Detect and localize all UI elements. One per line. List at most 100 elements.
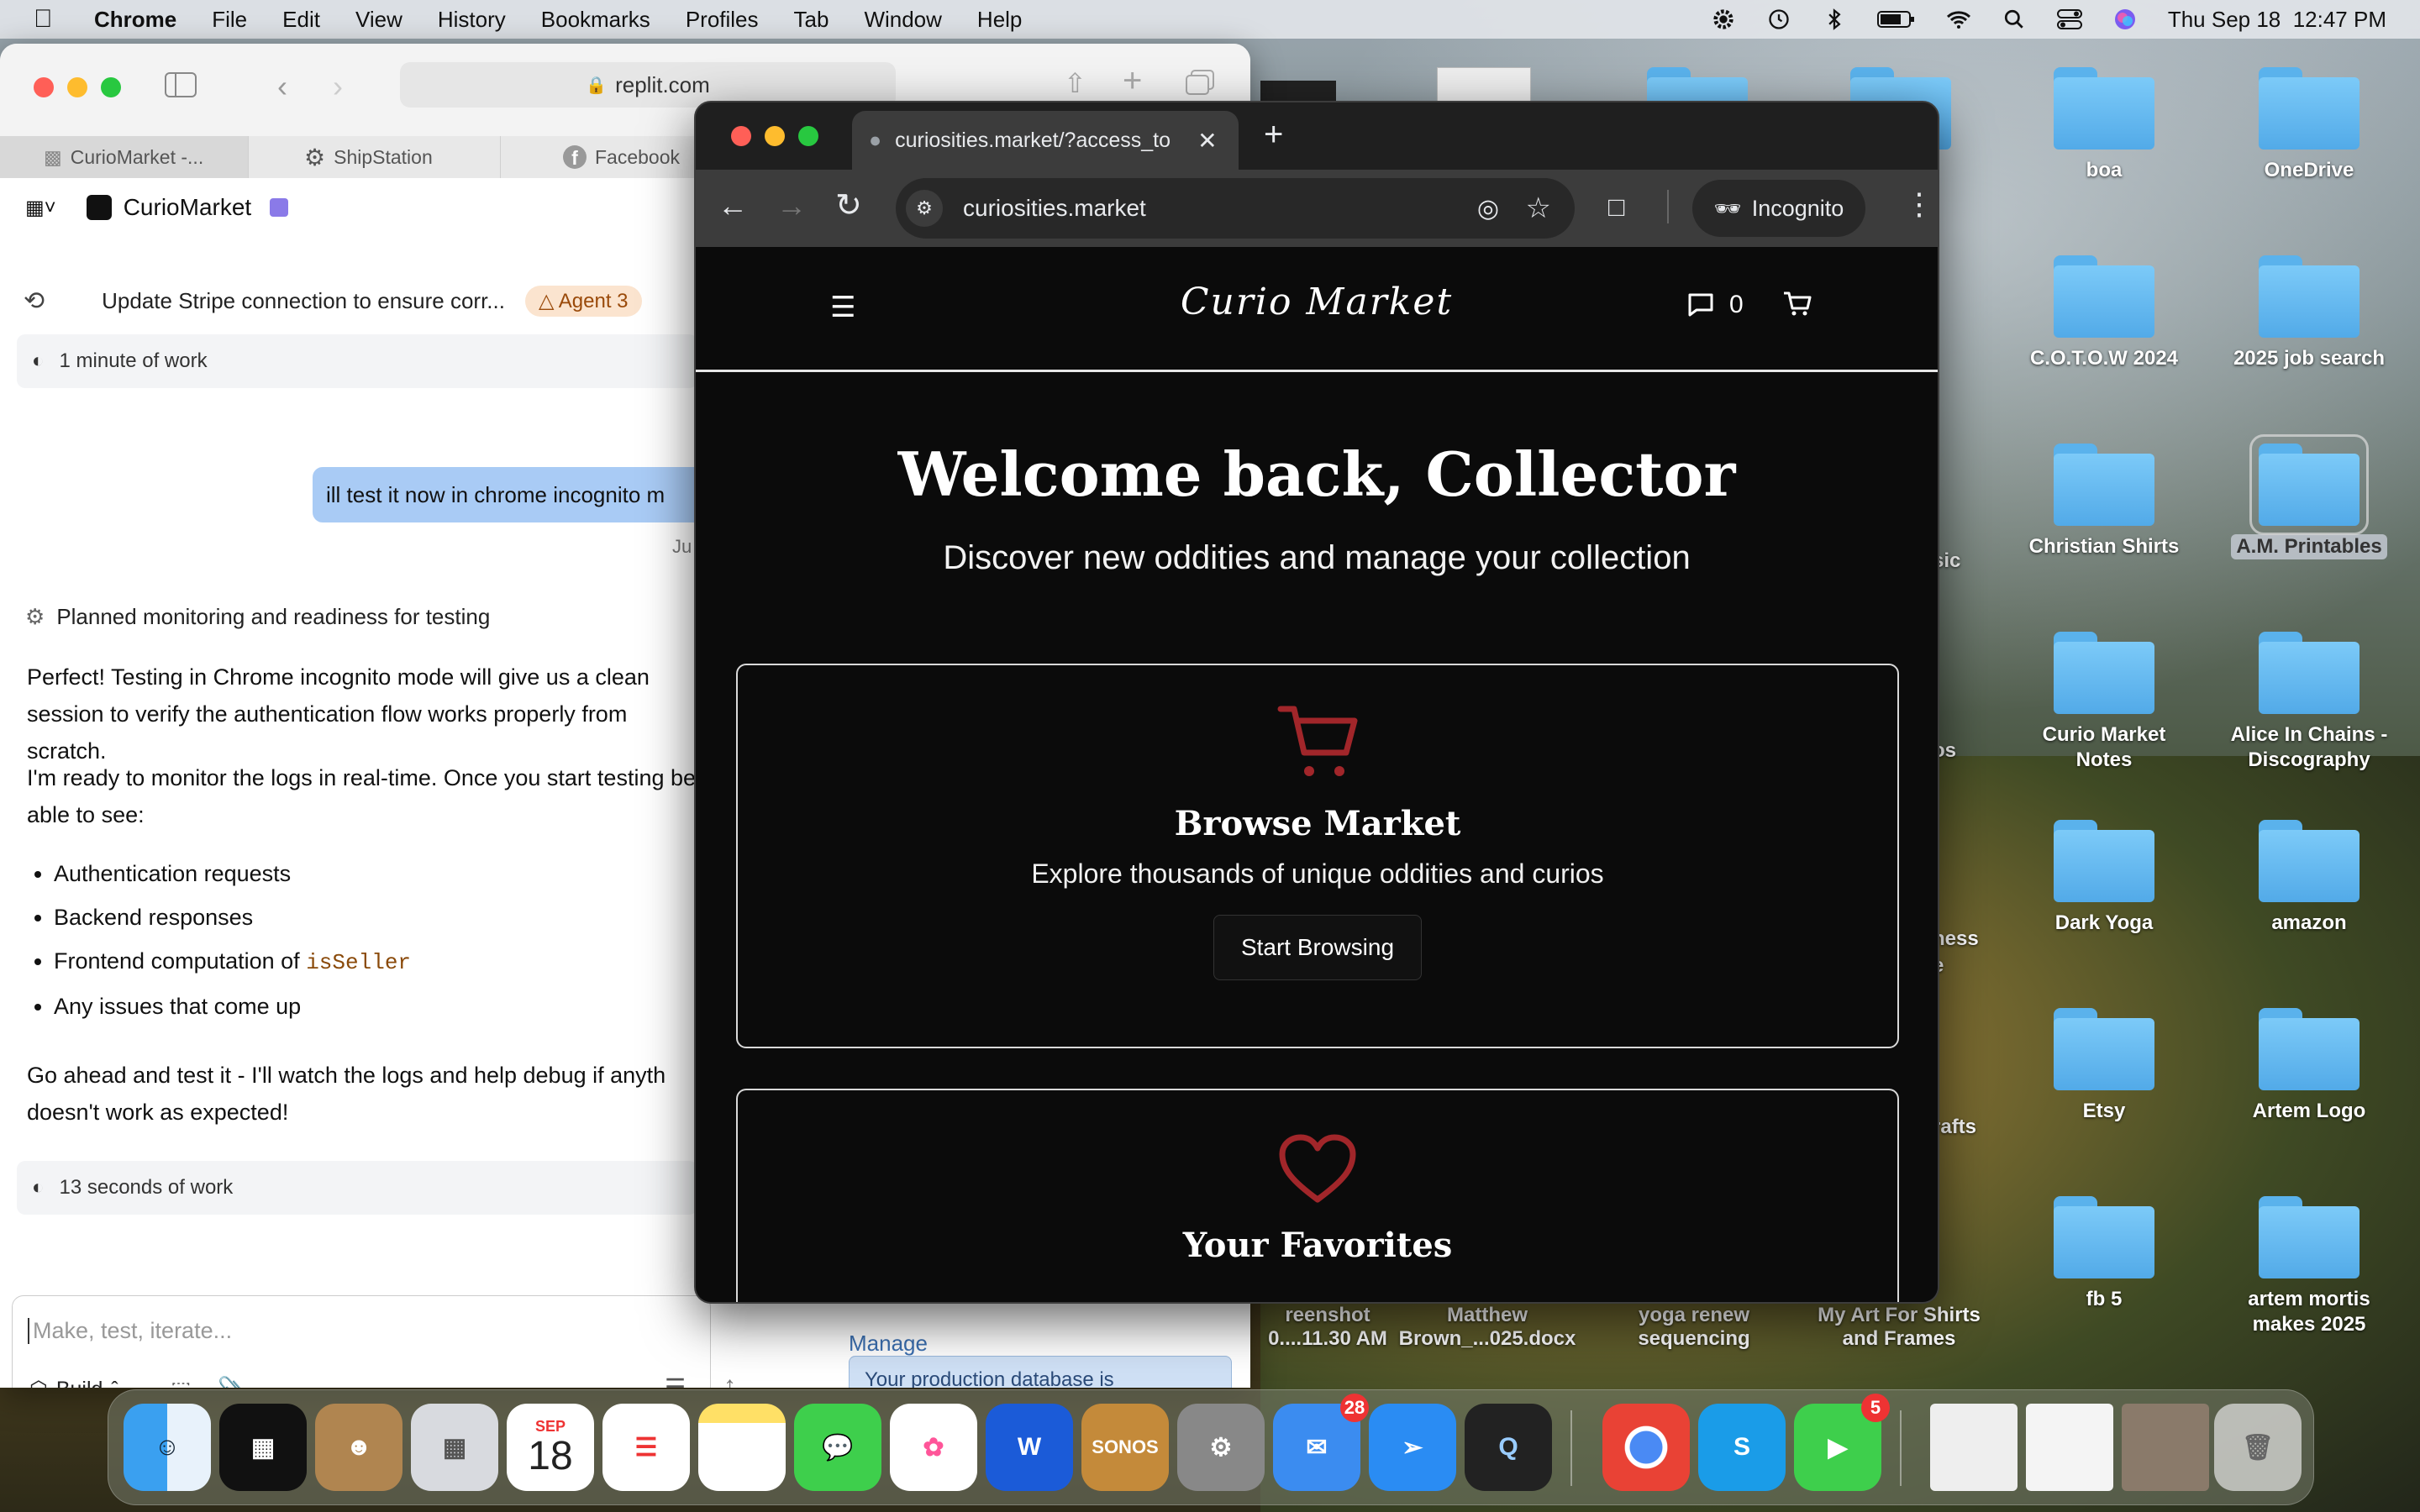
- desktop-folder[interactable]: C.O.T.O.W 2024: [2003, 255, 2205, 371]
- build-mode-button[interactable]: ⬡ Build ˆ: [29, 1377, 118, 1389]
- desktop-folder[interactable]: fb 5: [2003, 1196, 2205, 1312]
- messages-button[interactable]: 0: [1687, 291, 1744, 319]
- desktop-folder[interactable]: Artem Logo: [2208, 1008, 2410, 1124]
- agent-prompt-input[interactable]: Make, test, iterate... ⬡ Build ˆ ⬚ 📎 ☰ ↑: [12, 1295, 736, 1389]
- close-window-icon[interactable]: [731, 126, 751, 146]
- site-settings-icon[interactable]: ⚙: [906, 190, 943, 227]
- forward-arrow-icon[interactable]: ›: [333, 69, 343, 104]
- replit-menu-icon[interactable]: ▦˅: [25, 196, 56, 220]
- forward-arrow-icon[interactable]: →: [776, 188, 807, 223]
- lens-search-icon[interactable]: □: [1608, 192, 1624, 223]
- trash-icon[interactable]: 🗑: [2214, 1404, 2302, 1491]
- menu-profiles[interactable]: Profiles: [686, 7, 759, 33]
- close-window-icon[interactable]: [34, 77, 54, 97]
- minimize-window-icon[interactable]: [67, 77, 87, 97]
- chrome-icon[interactable]: [1602, 1404, 1690, 1491]
- attach-icon[interactable]: 📎: [218, 1375, 247, 1388]
- menu-app-name[interactable]: Chrome: [94, 7, 176, 33]
- close-tab-icon[interactable]: ✕: [1197, 127, 1217, 155]
- mail-icon[interactable]: ✉ 28: [1273, 1394, 1369, 1491]
- contacts-icon[interactable]: ☻: [315, 1404, 402, 1491]
- new-tab-icon[interactable]: +: [1123, 62, 1142, 100]
- recent-document-thumbnail[interactable]: [1930, 1404, 2018, 1491]
- menu-file[interactable]: File: [212, 7, 247, 33]
- cart-icon[interactable]: [1783, 291, 1812, 322]
- task-title[interactable]: Update Stripe connection to ensure corr.…: [102, 288, 505, 314]
- menu-help[interactable]: Help: [977, 7, 1022, 33]
- zoom-window-icon[interactable]: [101, 77, 121, 97]
- safari-icon[interactable]: ➢: [1369, 1404, 1456, 1491]
- menu-window[interactable]: Window: [864, 7, 941, 33]
- menu-history[interactable]: History: [438, 7, 506, 33]
- siri-icon[interactable]: [2112, 7, 2138, 32]
- tab-curiomarket[interactable]: ▩ CurioMarket -...: [0, 136, 249, 178]
- launchpad-icon[interactable]: ▦: [411, 1404, 498, 1491]
- work-duration-bar[interactable]: ◐ 1 minute of work: [17, 334, 697, 388]
- control-center-icon[interactable]: [2056, 7, 2082, 32]
- desktop-file-docx[interactable]: Matthew Brown_...025.docx: [1386, 1304, 1588, 1351]
- desktop-file-art[interactable]: My Art For Shirts and Frames: [1798, 1304, 2000, 1351]
- project-name[interactable]: CurioMarket: [124, 194, 251, 221]
- recent-document-thumbnail[interactable]: [2026, 1404, 2113, 1491]
- sonos-icon[interactable]: SONOS: [1081, 1404, 1169, 1491]
- share-icon[interactable]: ⇧: [1064, 67, 1086, 99]
- skype-icon[interactable]: S: [1698, 1404, 1786, 1491]
- menu-bookmarks[interactable]: Bookmarks: [541, 7, 650, 33]
- desktop-folder[interactable]: amazon: [2208, 820, 2410, 936]
- history-icon[interactable]: ⟲: [24, 286, 45, 316]
- desktop-folder[interactable]: Dark Yoga: [2003, 820, 2205, 936]
- quicktime-icon[interactable]: Q: [1465, 1404, 1552, 1491]
- chrome-active-tab[interactable]: ● curiosities.market/?access_to ✕: [852, 111, 1239, 170]
- calendar-icon[interactable]: SEP 18: [507, 1404, 594, 1491]
- send-arrow-icon[interactable]: ↑: [723, 1372, 736, 1388]
- reload-icon[interactable]: ↻: [835, 186, 862, 224]
- messages-icon[interactable]: 💬: [794, 1404, 881, 1491]
- word-icon[interactable]: W: [986, 1404, 1073, 1491]
- wifi-icon[interactable]: [1946, 7, 1971, 32]
- menu-view[interactable]: View: [355, 7, 402, 33]
- desktop-folder[interactable]: Curio Market Notes: [2003, 632, 2205, 773]
- desktop-folder[interactable]: OneDrive: [2208, 67, 2410, 183]
- desktop-folder[interactable]: boa: [2003, 67, 2205, 183]
- eye-slash-icon[interactable]: ◎: [1477, 194, 1499, 223]
- work-duration-bar[interactable]: ◐ 13 seconds of work: [17, 1161, 697, 1215]
- bluetooth-icon[interactable]: [1822, 7, 1847, 32]
- desktop-folder[interactable]: 2025 job search: [2208, 255, 2410, 371]
- menu-tab[interactable]: Tab: [794, 7, 829, 33]
- incognito-button[interactable]: 🕶 Incognito: [1692, 180, 1865, 237]
- back-arrow-icon[interactable]: ←: [718, 188, 748, 223]
- desktop-folder[interactable]: Alice In Chains - Discography: [2208, 632, 2410, 773]
- notes-icon[interactable]: [698, 1404, 786, 1491]
- menubar-clock[interactable]: Thu Sep 18 12:47 PM: [2168, 7, 2386, 33]
- start-browsing-button[interactable]: Start Browsing: [1213, 915, 1423, 980]
- tab-overview-icon[interactable]: [1185, 69, 1215, 100]
- zoom-window-icon[interactable]: [798, 126, 818, 146]
- gear-status-icon[interactable]: [1711, 7, 1736, 32]
- finder-icon[interactable]: ☺: [124, 1404, 211, 1491]
- settings-sliders-icon[interactable]: ☰: [665, 1373, 686, 1388]
- mission-control-icon[interactable]: ▦: [219, 1404, 307, 1491]
- desktop-folder[interactable]: Christian Shirts: [2003, 444, 2205, 559]
- facetime-icon[interactable]: ▶ 5: [1794, 1394, 1890, 1491]
- back-arrow-icon[interactable]: ‹: [277, 69, 287, 104]
- sidebar-toggle-icon[interactable]: [165, 72, 197, 102]
- battery-icon[interactable]: [1876, 7, 1916, 32]
- menu-edit[interactable]: Edit: [282, 7, 320, 33]
- new-tab-icon[interactable]: +: [1264, 116, 1283, 154]
- desktop-folder[interactable]: Etsy: [2003, 1008, 2205, 1124]
- chrome-menu-icon[interactable]: ⋮: [1904, 186, 1934, 222]
- spotlight-search-icon[interactable]: [2002, 7, 2027, 32]
- site-logo[interactable]: Curio Market: [696, 281, 1938, 323]
- time-machine-icon[interactable]: [1766, 7, 1791, 32]
- desktop-folder-selected[interactable]: A.M. Printables: [2208, 434, 2410, 559]
- apple-menu-icon[interactable]: : [34, 5, 64, 34]
- desktop-folder[interactable]: artem mortis makes 2025: [2208, 1196, 2410, 1337]
- select-element-icon[interactable]: ⬚: [171, 1377, 192, 1388]
- bookmark-star-icon[interactable]: ☆: [1526, 192, 1551, 225]
- recent-image-thumbnail[interactable]: [2122, 1404, 2209, 1491]
- photos-icon[interactable]: ✿: [890, 1404, 977, 1491]
- chrome-omnibox[interactable]: ⚙ curiosities.market ◎ ☆: [896, 178, 1575, 239]
- system-settings-icon[interactable]: ⚙: [1177, 1404, 1265, 1491]
- reminders-icon[interactable]: ☰: [602, 1404, 690, 1491]
- minimize-window-icon[interactable]: [765, 126, 785, 146]
